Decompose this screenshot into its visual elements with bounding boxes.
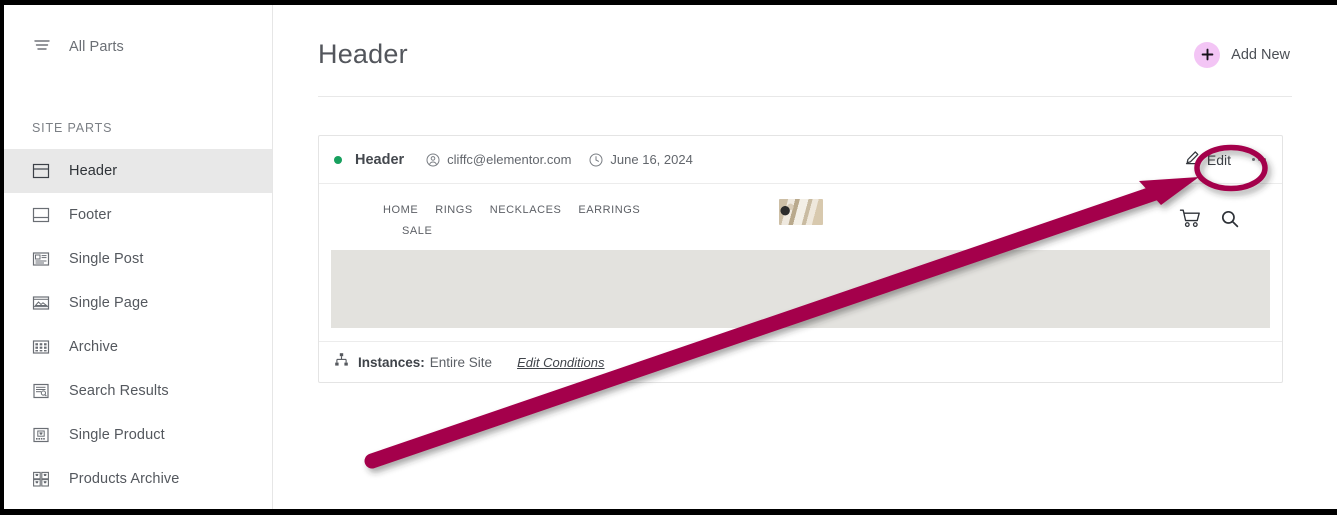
sitemap-icon (334, 352, 349, 372)
sidebar-item-archive-label: Archive (69, 339, 119, 355)
sidebar-item-single-page-label: Single Page (69, 295, 149, 311)
sidebar-item-footer[interactable]: Footer (4, 193, 272, 237)
sidebar-item-single-page[interactable]: Single Page (4, 281, 272, 325)
card-date-text: June 16, 2024 (610, 152, 693, 167)
single-post-icon (31, 249, 51, 269)
window-frame-bottom (0, 509, 1337, 515)
edit-conditions-link[interactable]: Edit Conditions (517, 355, 604, 370)
part-preview: HOME RINGS NECKLACES EARRINGS SALE (319, 184, 1282, 341)
card-date: June 16, 2024 (589, 152, 693, 167)
sidebar-item-single-product-label: Single Product (69, 427, 165, 443)
preview-menu-item-home[interactable]: HOME (383, 202, 435, 223)
preview-placeholder-block (331, 250, 1270, 328)
sidebar: All Parts SITE PARTS Header Footer Singl… (4, 5, 273, 509)
preview-navbar: HOME RINGS NECKLACES EARRINGS SALE (331, 184, 1270, 250)
window-frame-top (0, 0, 1337, 5)
single-product-icon (31, 425, 51, 445)
card-header-row: Header cliffc@elementor.com June 16, 202… (319, 136, 1282, 184)
footer-layout-icon (31, 205, 51, 225)
card-footer-row: Instances: Entire Site Edit Conditions (319, 341, 1282, 382)
sidebar-item-search-results-label: Search Results (69, 383, 169, 399)
sidebar-item-single-post-label: Single Post (69, 251, 144, 267)
single-page-icon (31, 293, 51, 313)
preview-menu-item-rings[interactable]: RINGS (435, 202, 490, 223)
instances-label: Instances: (358, 354, 425, 370)
preview-logo[interactable] (778, 198, 823, 226)
sidebar-item-search-results[interactable]: Search Results (4, 369, 272, 413)
cart-icon[interactable] (1179, 208, 1201, 234)
preview-shop-icons (1179, 202, 1270, 234)
jewelry-logo-image (778, 199, 823, 225)
site-part-card: Header cliffc@elementor.com June 16, 202… (318, 135, 1283, 383)
page-title: Header (318, 39, 408, 69)
card-author: cliffc@elementor.com (426, 152, 571, 167)
main-content: Header Add New Header cliffc@elementor.c… (273, 5, 1337, 509)
card-author-text: cliffc@elementor.com (447, 152, 572, 167)
sidebar-item-footer-label: Footer (69, 207, 112, 223)
search-icon[interactable] (1220, 209, 1240, 234)
header-layout-icon (31, 161, 51, 181)
ellipsis-icon[interactable] (1249, 152, 1269, 167)
preview-menu-item-necklaces[interactable]: NECKLACES (490, 202, 579, 223)
archive-grid-icon (31, 337, 51, 357)
add-new-button[interactable]: Add New (1194, 41, 1292, 68)
sidebar-item-products-archive[interactable]: Products Archive (4, 457, 272, 501)
sidebar-section-title: SITE PARTS (32, 121, 113, 135)
pencil-icon (1185, 150, 1200, 170)
sidebar-item-header[interactable]: Header (4, 149, 272, 193)
status-badge (334, 155, 342, 164)
search-results-icon (31, 381, 51, 401)
page-header: Header Add New (318, 5, 1292, 97)
edit-button[interactable]: Edit (1181, 147, 1235, 173)
instances-value: Entire Site (429, 354, 493, 370)
preview-menu-item-earrings[interactable]: EARRINGS (578, 202, 657, 223)
sidebar-item-products-archive-label: Products Archive (69, 471, 180, 487)
preview-menu: HOME RINGS NECKLACES EARRINGS SALE (331, 202, 661, 244)
sidebar-item-single-post[interactable]: Single Post (4, 237, 272, 281)
preview-menu-item-sale[interactable]: SALE (383, 223, 449, 244)
sidebar-item-archive[interactable]: Archive (4, 325, 272, 369)
plus-icon (1194, 41, 1221, 68)
user-circle-icon (426, 153, 440, 167)
clock-icon (589, 153, 603, 167)
sidebar-item-single-product[interactable]: Single Product (4, 413, 272, 457)
edit-button-label: Edit (1206, 151, 1231, 168)
card-title: Header (355, 151, 405, 168)
sidebar-item-all-parts-label: All Parts (69, 39, 124, 55)
sidebar-item-all-parts[interactable]: All Parts (4, 25, 272, 69)
add-new-label: Add New (1231, 46, 1290, 63)
filter-lines-icon (32, 35, 52, 60)
sidebar-item-header-label: Header (69, 163, 118, 179)
card-actions: Edit (1181, 147, 1269, 173)
window-frame-left (0, 0, 4, 515)
app-root: All Parts SITE PARTS Header Footer Singl… (4, 5, 1337, 509)
products-archive-grid-icon (31, 469, 51, 489)
